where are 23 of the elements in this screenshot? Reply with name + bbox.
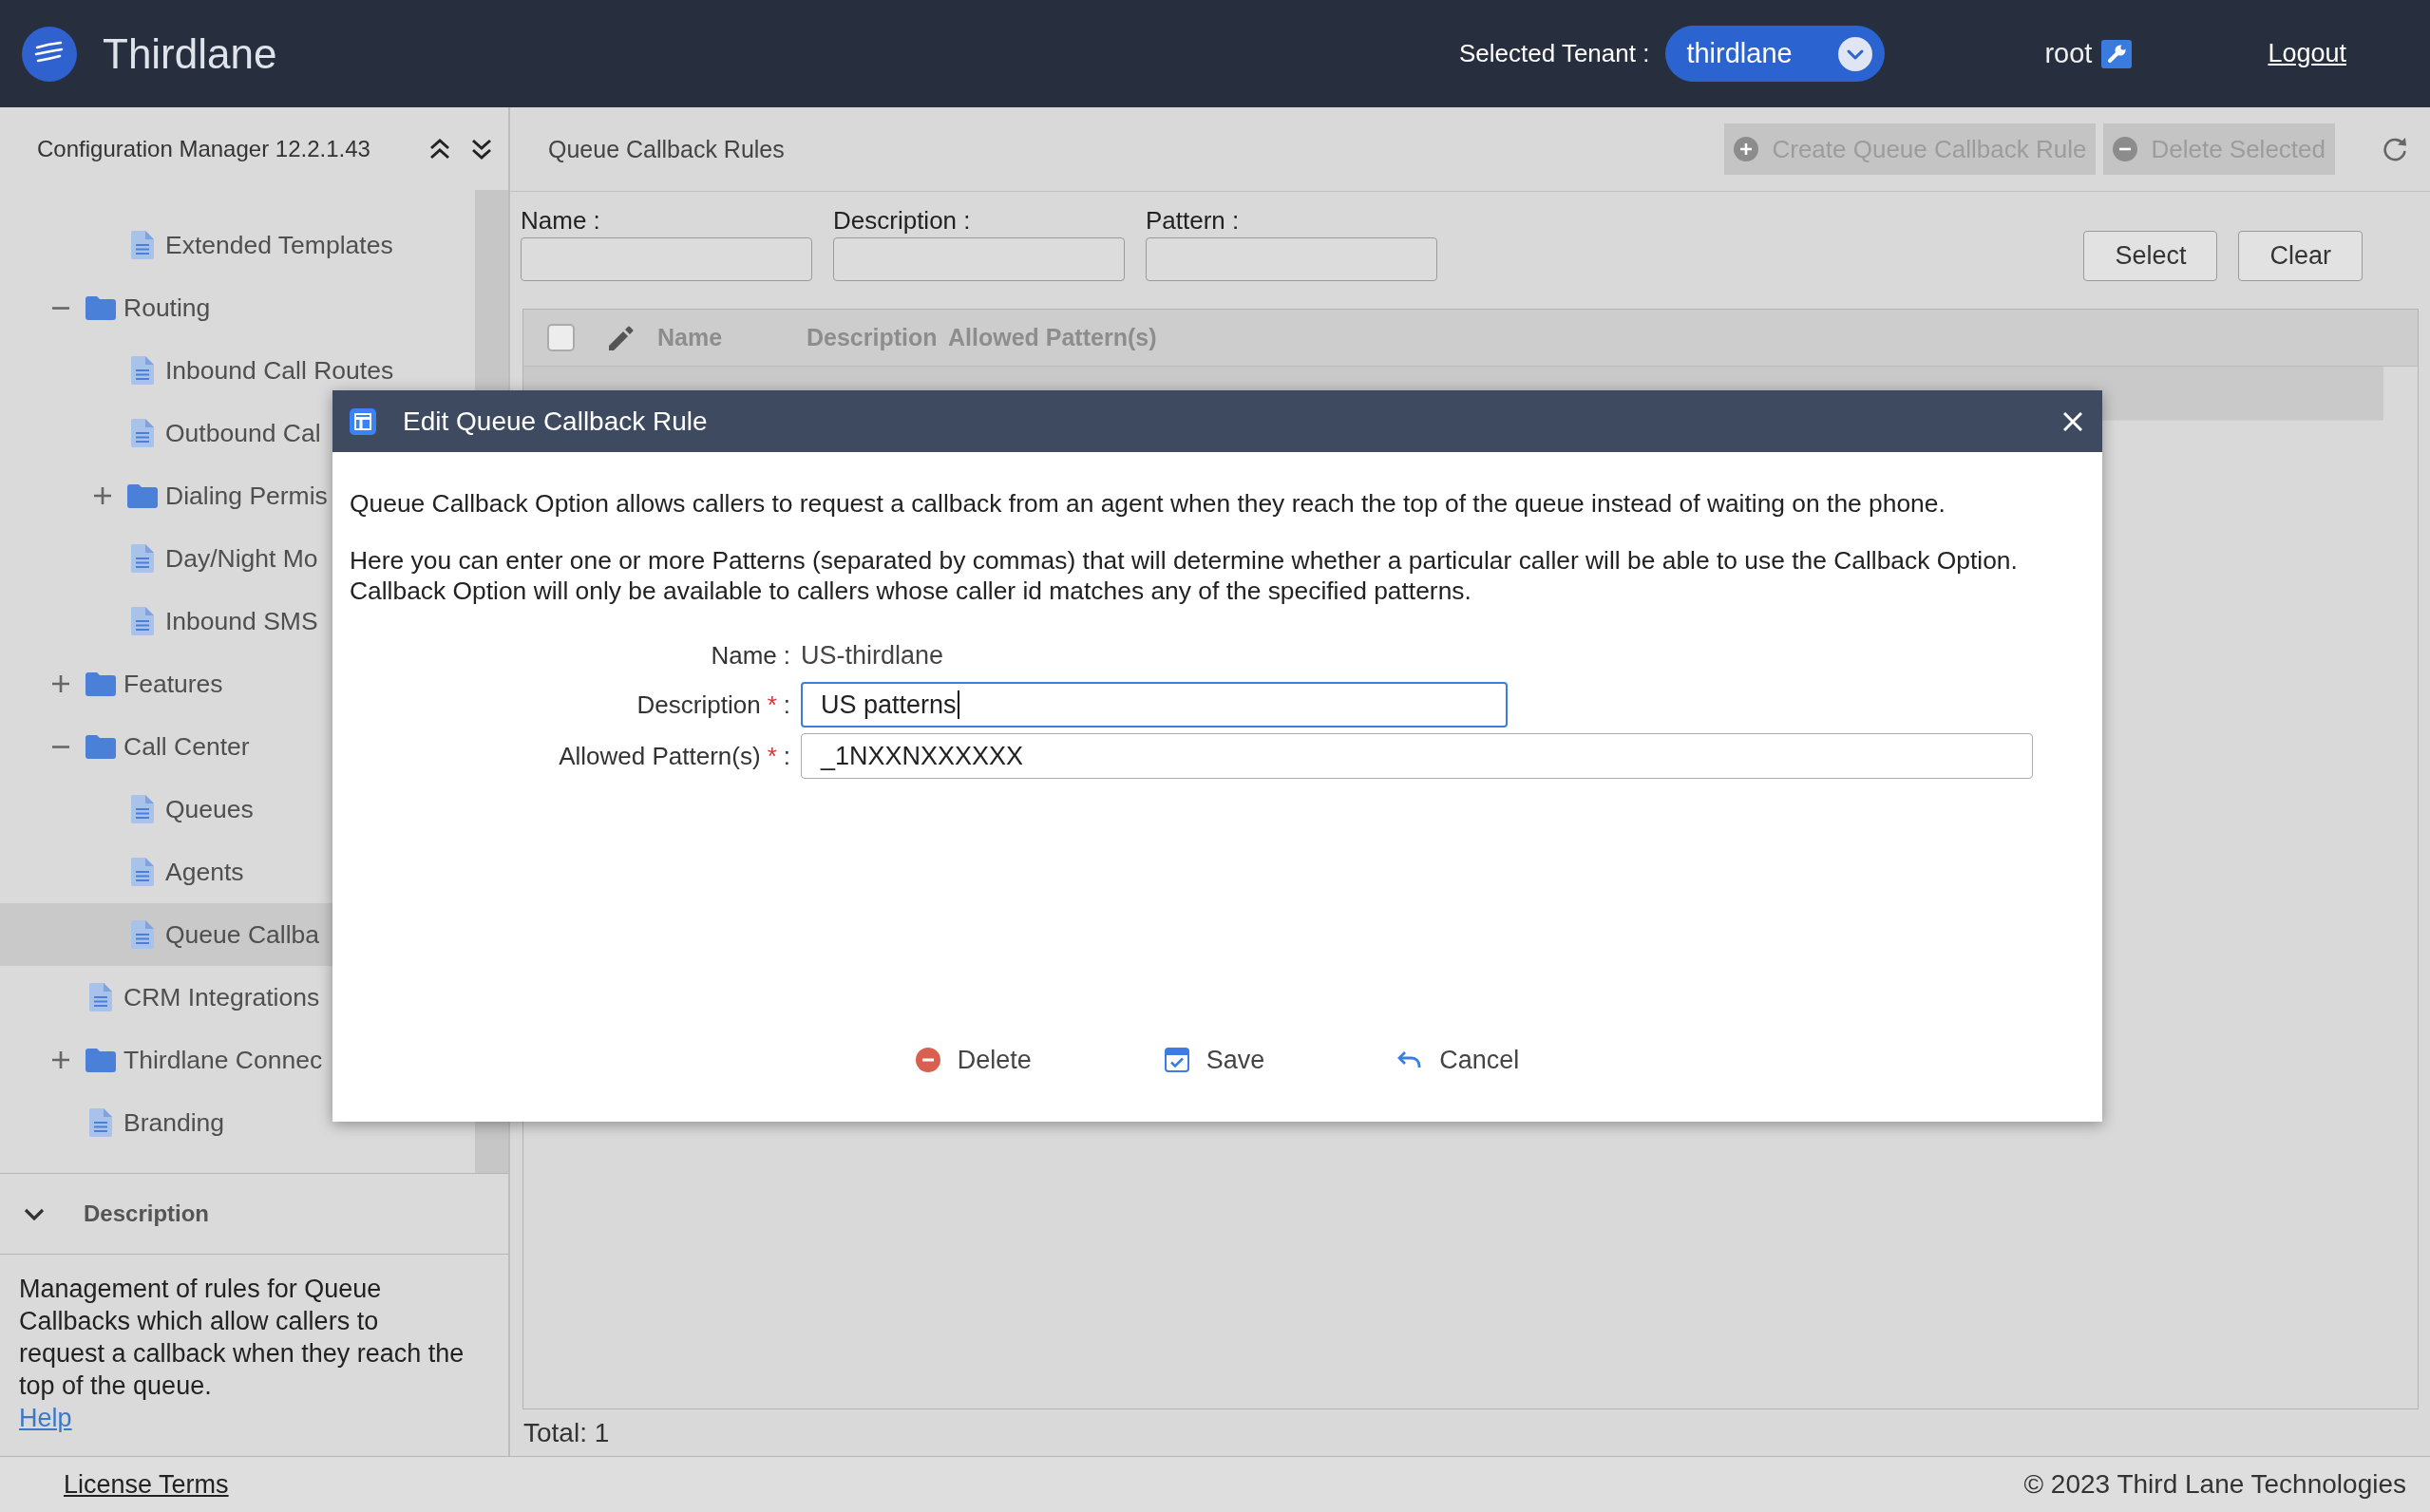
tenant-label: Selected Tenant :	[1458, 39, 1650, 68]
description-text: Management of rules for Queue Callbacks which allow callers to request a callback when they reach the top of the queue.	[19, 1274, 465, 1402]
total-count: Total: 1	[522, 1416, 611, 1449]
user-name: root	[2044, 38, 2093, 69]
required-mark: *	[767, 741, 777, 771]
brand-name: Thirdlane	[103, 29, 277, 78]
required-mark: *	[767, 690, 777, 720]
field-label: Allowed Pattern(s)	[559, 741, 761, 771]
field-value: US-thirdlane	[801, 640, 944, 671]
field-label: Name	[711, 640, 777, 671]
field-label: Description	[636, 690, 761, 720]
page-title: Queue Callback Rules	[548, 135, 785, 163]
label-colon: :	[783, 690, 790, 720]
label-colon: :	[783, 741, 790, 771]
panel-title: Configuration Manager 12.2.1.43	[37, 135, 370, 162]
dialog-text: Here you can enter one or more Patterns (separated by commas) that will determine whether a particular caller will be able to use the Callback Option. Callback Option will only be available to callers whose caller id matches any of the specified patterns.	[350, 545, 2019, 606]
label-colon: :	[783, 640, 790, 671]
filter-label: Name :	[521, 206, 601, 235]
filter-label: Description :	[833, 206, 972, 235]
filter-label: Pattern :	[1146, 206, 1241, 235]
dialog-title: Edit Queue Callback Rule	[403, 406, 708, 437]
dialog-text: Queue Callback Option allows callers to request a callback from an agent when they reach the top of the queue instead of waiting on the phone.	[350, 488, 1946, 519]
copyright-text: © 2023 Third Lane Technologies	[2023, 1469, 2406, 1500]
